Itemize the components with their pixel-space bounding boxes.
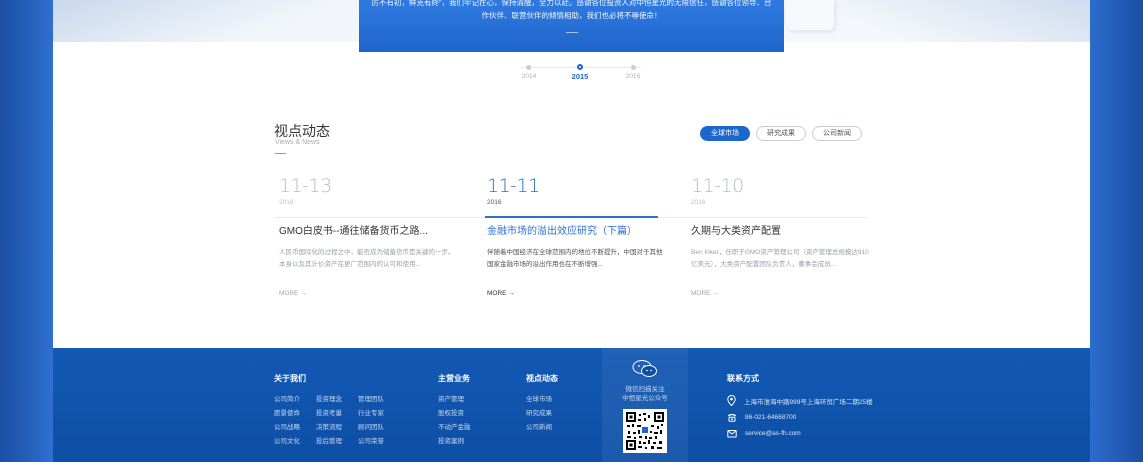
footer-heading-about: 关于我们 (274, 374, 306, 383)
news-item[interactable]: 11-11 2016 金融市场的溢出效应研究（下篇） 伴随着中国经济在全球范围内… (487, 175, 667, 297)
hero-divider (565, 32, 578, 33)
mail-icon (727, 430, 737, 438)
contact-phone[interactable]: 86-021-64668700 (745, 414, 796, 421)
footer-link[interactable]: 公司新闻 (526, 423, 568, 432)
news-more-link[interactable]: MORE → (691, 290, 871, 297)
footer-heading-business: 主营业务 (438, 374, 470, 383)
page: 厉不有初，鲜克有终”，我们牢记在心，保持清醒，全力以赴。感谢各位投资人对中恒星光… (53, 0, 1090, 462)
footer-link[interactable]: 研究成果 (526, 409, 568, 418)
news-title-link[interactable]: 久期与大类资产配置 (691, 222, 871, 237)
news-list: 11-13 2016 GMO白皮书--通往储备货币之路... 人民币国际化的过程… (274, 175, 871, 305)
news-year: 2016 (691, 199, 706, 206)
timeline-dot-2014[interactable] (526, 65, 531, 70)
contact-phone-row: 86-021-64668700 (727, 413, 873, 422)
contact-address: 上海市淮海中路999号上海环贸广场二期25楼 (744, 398, 873, 406)
news-excerpt: 伴随着中国经济在全球范围内的地位不断提升，中国对于其他国家金融市场的溢出作用也在… (487, 249, 663, 268)
tab-global-market[interactable]: 全球市场 (700, 126, 750, 141)
footer-link[interactable]: 管理团队 (358, 395, 398, 404)
news-title-link[interactable]: GMO白皮书--通往储备货币之路... (279, 222, 459, 237)
timeline-year-2014[interactable]: 2014 (514, 73, 544, 80)
timeline-dot-2016[interactable] (631, 65, 636, 70)
wechat-caption-2: 中恒星光公众号 (622, 395, 668, 402)
footer-link[interactable]: 不动产金融 (438, 423, 480, 432)
footer-link[interactable]: 顾问团队 (358, 423, 398, 432)
footer-link[interactable]: 公司简介 (274, 395, 316, 404)
news-excerpt: 人民币国际化的过程之中，能否成为储备货币是关键的一步。本身以及其计价资产在更广范… (279, 249, 455, 268)
news-more-link[interactable]: MORE → (279, 290, 459, 297)
phone-icon (728, 414, 736, 422)
footer-link[interactable]: 公司战略 (274, 423, 316, 432)
tab-research[interactable]: 研究成果 (756, 126, 806, 141)
hero-text-card: 厉不有初，鲜克有终”，我们牢记在心，保持清醒，全力以赴。感谢各位投资人对中恒星光… (359, 0, 784, 52)
mug-image (786, 0, 834, 30)
news-item[interactable]: 11-10 2016 久期与大类资产配置 Ben Inker，任职于GMO资产管… (691, 175, 871, 297)
section-title-underline (275, 153, 286, 154)
footer-link[interactable]: 股权投资 (438, 409, 480, 418)
footer-link[interactable]: 投资考量 (316, 409, 358, 418)
hero-image-left (53, 0, 359, 42)
hero-text-line-2: 作伙伴、联营伙伴的倾情相助，我们也必将不辱使命！ (481, 11, 662, 20)
year-timeline: 2014 2015 2016 (521, 62, 641, 82)
contact-email-row: service@as-fh.com (727, 429, 873, 438)
timeline-dot-2015[interactable] (577, 64, 583, 70)
wechat-icon (632, 360, 657, 377)
news-excerpt: Ben Inker，任职于GMO资产管理公司（资产管理总规模达910亿美元），大… (691, 249, 869, 268)
footer-link[interactable]: 愿景使命 (274, 409, 316, 418)
footer-link[interactable]: 决策流程 (316, 423, 358, 432)
news-date: 11-11 (487, 175, 540, 197)
timeline-year-2015[interactable]: 2015 (565, 72, 595, 81)
news-date: 11-13 (279, 175, 332, 197)
wechat-panel: 微信扫描关注 中恒星光公众号 (602, 342, 688, 462)
hero-text-line-1: 厉不有初，鲜克有终”，我们牢记在心，保持清醒，全力以赴。感谢各位投资人对中恒星光… (371, 0, 772, 7)
section-subtitle: Views & News (275, 139, 320, 146)
section-title: 视点动态 (274, 123, 330, 139)
qr-code-pattern (626, 412, 664, 450)
footer-heading-contact: 联系方式 (727, 374, 759, 383)
news-year: 2016 (279, 199, 294, 206)
footer-views: 视点动态 全球市场 研究成果 公司新闻 (526, 373, 568, 432)
footer: 关于我们 公司简介 投资理念 管理团队 愿景使命 投资考量 行业专家 公司战略 … (53, 342, 1090, 462)
news-item[interactable]: 11-13 2016 GMO白皮书--通往储备货币之路... 人民币国际化的过程… (279, 175, 459, 297)
news-year: 2016 (487, 199, 502, 206)
news-date: 11-10 (691, 175, 744, 197)
footer-link[interactable]: 投资理念 (316, 395, 358, 404)
footer-link[interactable]: 公司文化 (274, 437, 316, 446)
news-more-link[interactable]: MORE → (487, 290, 667, 297)
footer-link[interactable]: 全球市场 (526, 395, 568, 404)
contact-email[interactable]: service@as-fh.com (745, 430, 801, 437)
footer-heading-views: 视点动态 (526, 374, 558, 383)
footer-link[interactable]: 行业专家 (358, 409, 398, 418)
tab-company-news[interactable]: 公司新闻 (812, 126, 862, 141)
location-pin-icon (727, 395, 736, 406)
footer-contact: 联系方式 上海市淮海中路999号上海环贸广场二期25楼 86-021-64668… (727, 373, 873, 445)
contact-address-row: 上海市淮海中路999号上海环贸广场二期25楼 (727, 395, 873, 406)
footer-link[interactable]: 投资案例 (438, 437, 480, 446)
news-title-link[interactable]: 金融市场的溢出效应研究（下篇） (487, 222, 667, 237)
news-tabs: 全球市场 研究成果 公司新闻 (700, 126, 862, 141)
timeline-year-2016[interactable]: 2016 (618, 73, 648, 80)
qr-code-image (623, 409, 667, 453)
footer-link[interactable]: 投后管理 (316, 437, 358, 446)
footer-business: 主营业务 资产管理 股权投资 不动产金融 投资案例 (438, 373, 480, 446)
footer-about: 关于我们 公司简介 投资理念 管理团队 愿景使命 投资考量 行业专家 公司战略 … (274, 373, 398, 446)
wechat-caption-1: 微信扫描关注 (625, 386, 665, 393)
footer-link[interactable]: 公司荣誉 (358, 437, 398, 446)
footer-link[interactable]: 资产管理 (438, 395, 480, 404)
